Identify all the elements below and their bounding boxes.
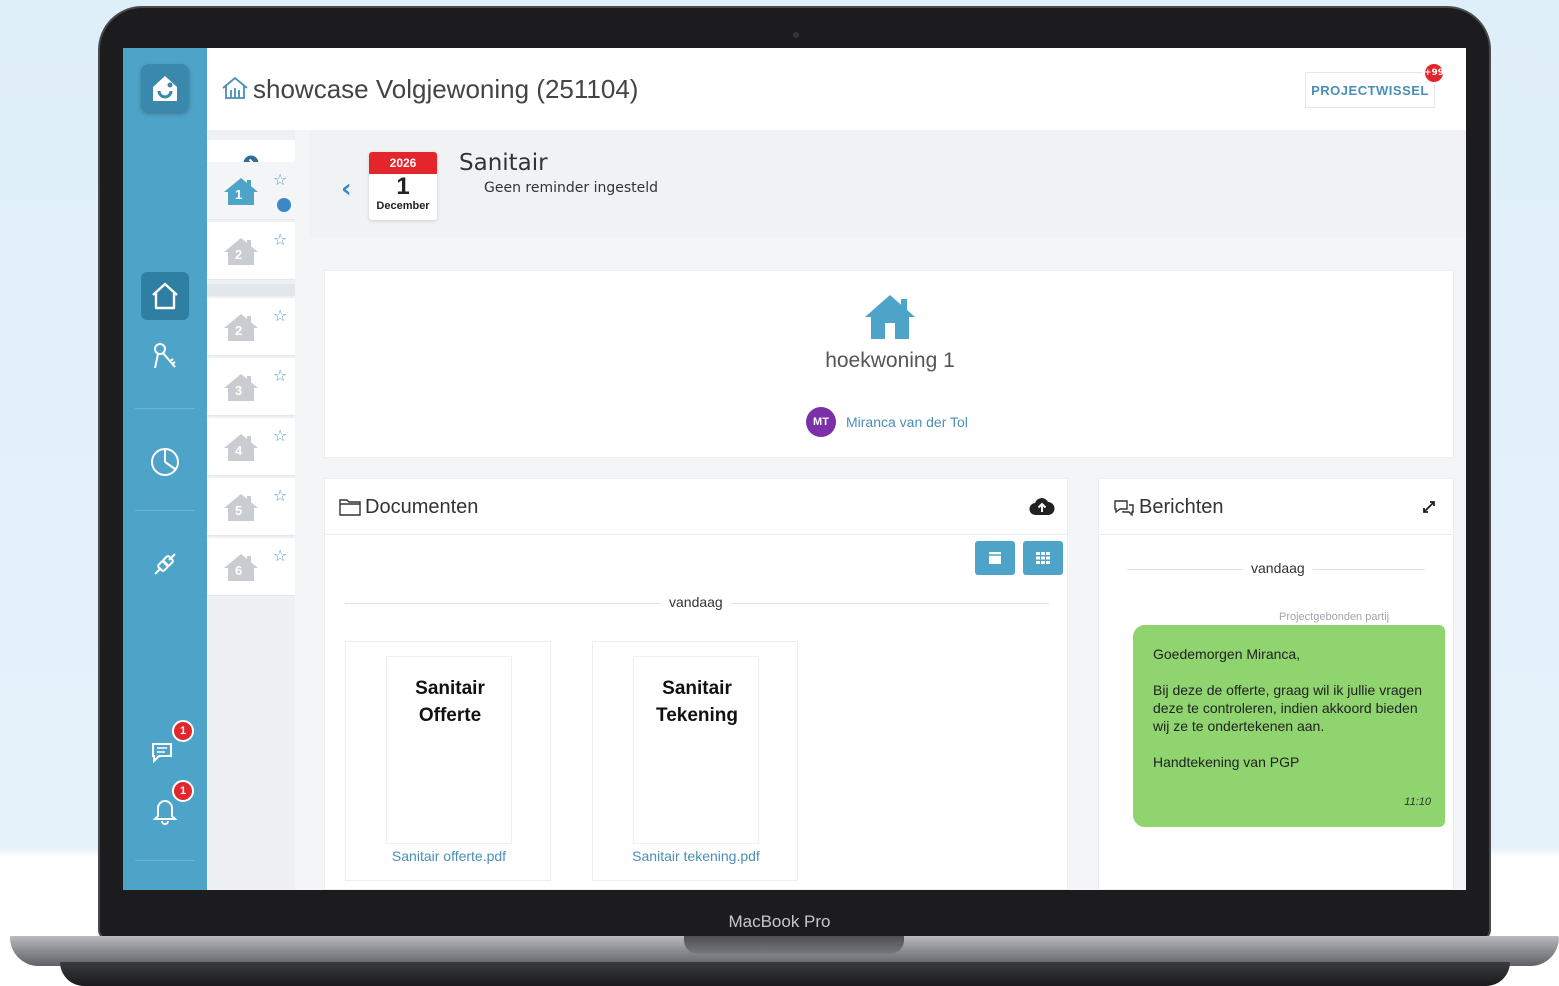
star-icon[interactable]: ☆ [273, 486, 287, 505]
calendar-year: 2026 [369, 152, 437, 174]
house-card: hoekwoning 1 MT Miranca van der Tol [324, 270, 1454, 458]
chat-icon [152, 743, 172, 764]
chat-bubbles-icon [1113, 498, 1135, 520]
expand-icon[interactable] [1421, 499, 1437, 519]
messages-card: Berichten vandaag Projectgebonden partij… [1098, 478, 1454, 890]
unit-number: 3 [235, 383, 243, 398]
nav-rail: 1 1 [123, 48, 207, 890]
grid-view-button[interactable] [1023, 541, 1063, 575]
unit-number: 2 [235, 323, 243, 338]
unit-item[interactable]: 2 ☆ [207, 298, 295, 356]
top-bar: showcase Volgjewoning (251104) PROJECTWI… [207, 48, 1466, 130]
message-bubble: Goedemorgen Miranca, Bij deze de offerte… [1133, 625, 1445, 827]
message-signature: Handtekening van PGP [1153, 754, 1300, 770]
star-icon[interactable]: ☆ [273, 366, 287, 385]
folder-icon [339, 498, 361, 520]
document-filename[interactable]: Sanitair offerte.pdf [346, 848, 552, 864]
date-divider-label: vandaag [661, 594, 731, 610]
messages-title: Berichten [1139, 496, 1224, 518]
documents-card: Documenten vandaag Sanitair Offerte Sani… [324, 478, 1068, 890]
home-icon [152, 282, 178, 310]
unit-item[interactable]: 2 ☆ [207, 222, 295, 280]
document-preview: Sanitair Tekening [633, 656, 759, 844]
back-chevron-icon[interactable]: ‹ [341, 174, 352, 204]
list-view-icon [989, 552, 1001, 564]
unit-item[interactable]: 1 ☆ [207, 162, 295, 220]
messages-header: Berichten [1099, 479, 1453, 535]
message-time: 11:10 [1404, 796, 1431, 808]
unit-group-separator [207, 284, 295, 296]
rail-item-keys[interactable] [141, 332, 189, 380]
document-preview-title: Sanitair Offerte [415, 678, 485, 726]
laptop-base-shadow [60, 962, 1510, 986]
document-preview-title: Sanitair Tekening [656, 678, 738, 726]
message-body: Bij deze de offerte, graag wil ik jullie… [1153, 682, 1423, 734]
unit-number: 6 [235, 563, 243, 578]
keys-icon [154, 343, 176, 369]
laptop-notch [684, 936, 904, 954]
device-label: MacBook Pro [728, 912, 831, 931]
project-switch-badge: +99 [1423, 62, 1445, 84]
reminder-header: ‹ 2026 1 December Sanitair Geen reminder… [309, 130, 1466, 238]
message-greeting: Goedemorgen Miranca, [1153, 646, 1301, 662]
bell-badge: 1 [172, 780, 194, 802]
unit-item[interactable]: 6 ☆ [207, 538, 295, 596]
unit-item[interactable]: 3 ☆ [207, 358, 295, 416]
star-icon[interactable]: ☆ [273, 426, 287, 445]
reminder-subtitle: Geen reminder ingesteld [484, 180, 659, 196]
building-icon [221, 76, 249, 104]
star-icon[interactable]: ☆ [273, 546, 287, 565]
house-icon [863, 293, 917, 345]
reminder-title: Sanitair [459, 150, 548, 176]
logo-icon [153, 76, 177, 101]
pie-chart-icon [151, 448, 179, 476]
calendar-month: December [376, 200, 430, 212]
star-icon[interactable]: ☆ [273, 306, 287, 325]
laptop-screen: 1 1 showcase Volgjewoning (251104) PROJE… [123, 48, 1466, 890]
chat-badge: 1 [172, 720, 194, 742]
date-divider-label: vandaag [1243, 560, 1313, 576]
document-preview: Sanitair Offerte [386, 656, 512, 844]
camera [793, 32, 799, 38]
rail-separator [135, 860, 195, 861]
rail-item-stats[interactable] [141, 438, 189, 486]
house-name: hoekwoning 1 [825, 349, 955, 372]
calendar-day: 1 [396, 173, 410, 200]
project-switch-button[interactable]: PROJECTWISSEL [1305, 72, 1435, 108]
document-tile[interactable]: Sanitair Tekening Sanitair tekening.pdf [592, 641, 798, 881]
unit-number: 4 [235, 443, 243, 458]
project-title: showcase Volgjewoning (251104) [253, 74, 639, 104]
documents-header: Documenten [325, 479, 1067, 535]
owner-link[interactable]: Miranca van der Tol [846, 414, 968, 430]
avatar: MT [806, 407, 836, 437]
unit-number: 1 [235, 187, 243, 202]
selected-dot [277, 198, 291, 212]
rail-separator [135, 408, 195, 409]
list-view-button[interactable] [975, 541, 1015, 575]
rail-separator [135, 510, 195, 511]
plug-icon [154, 553, 176, 575]
rail-item-integrations[interactable] [141, 540, 189, 588]
unit-item[interactable]: 4 ☆ [207, 418, 295, 476]
document-tile[interactable]: Sanitair Offerte Sanitair offerte.pdf [345, 641, 551, 881]
rail-item-home[interactable] [141, 272, 189, 320]
unit-list: 1 ☆ 2 ☆ 2 ☆ 3 ☆ 4 ☆ 5 ☆ 6 ☆ [207, 130, 295, 890]
unit-number: 5 [235, 503, 243, 518]
cloud-upload-icon[interactable] [1029, 495, 1055, 521]
star-icon[interactable]: ☆ [273, 170, 287, 189]
calendar-date: 2026 1 December [369, 152, 437, 220]
unit-item[interactable]: 5 ☆ [207, 478, 295, 536]
unit-number: 2 [235, 247, 243, 262]
grid-view-icon [1036, 552, 1050, 564]
message-sender-label: Projectgebonden partij [1279, 611, 1390, 623]
star-icon[interactable]: ☆ [273, 230, 287, 249]
documents-title: Documenten [365, 496, 479, 518]
document-filename[interactable]: Sanitair tekening.pdf [593, 848, 799, 864]
app-logo[interactable] [141, 64, 189, 112]
